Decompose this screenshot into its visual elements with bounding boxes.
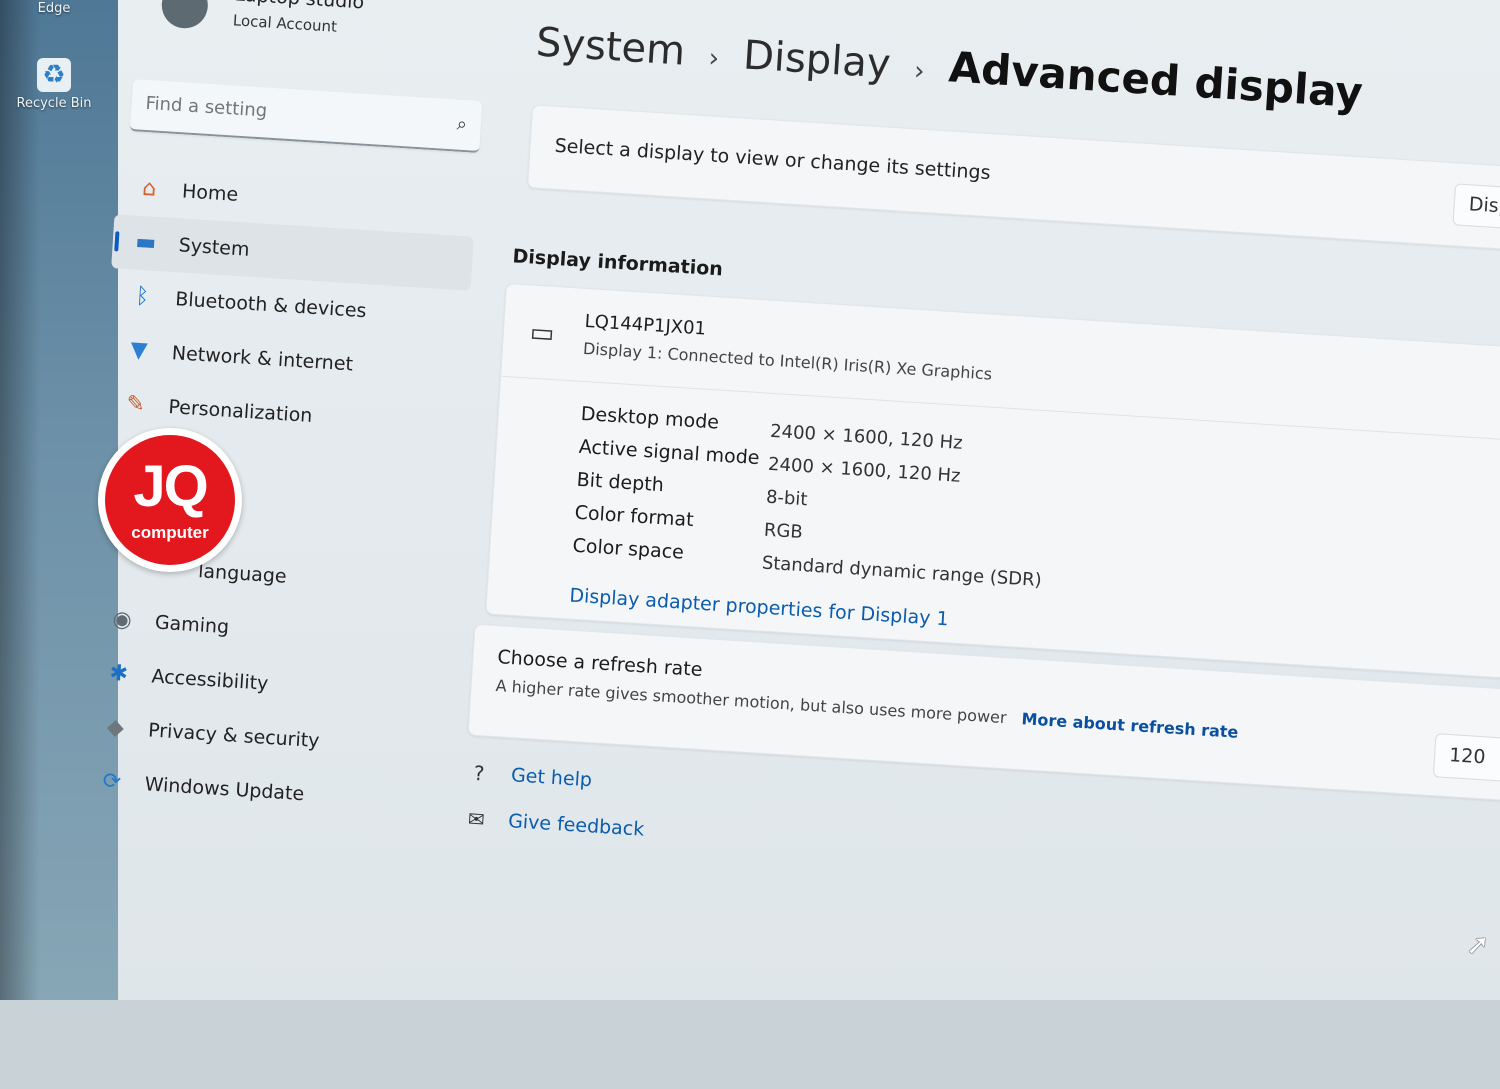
spec-value: 2400 × 1600, 120 Hz (769, 420, 964, 454)
spec-value: RGB (763, 519, 804, 544)
update-icon: ⟳ (101, 768, 122, 795)
mouse-pointer-icon: ➚ (1466, 928, 1490, 961)
desktop-icon-label: Microsoft Edge (24, 0, 83, 16)
spec-value: Standard dynamic range (SDR) (761, 552, 1043, 592)
give-feedback-label: Give feedback (507, 810, 645, 841)
desktop-icon-edge[interactable]: Microsoft Edge (14, 0, 94, 16)
more-about-refresh-rate-link[interactable]: More about refresh rate (1021, 709, 1239, 742)
spec-row-active-signal-mode: Active signal mode 2400 × 1600, 120 Hz (577, 436, 961, 487)
sidebar-item-label: Bluetooth & devices (174, 288, 368, 323)
display-spec-list: Desktop mode 2400 × 1600, 120 Hz Active … (571, 403, 1042, 591)
refresh-rate-subtitle: A higher rate gives smoother motion, but… (495, 676, 1008, 728)
page-title: Advanced display (947, 42, 1365, 118)
select-display-card: Select a display to view or change its s… (526, 104, 1500, 251)
shield-icon: ◆ (106, 714, 125, 741)
spec-label: Color format (574, 501, 695, 532)
sidebar-item-label: Network & internet (171, 342, 354, 376)
breadcrumb-system[interactable]: System (535, 19, 687, 74)
sidebar-item-label: Personalization (167, 395, 314, 428)
bluetooth-icon: ᛒ (135, 283, 150, 310)
wifi-icon: ▼ (129, 337, 149, 364)
recycle-bin-icon: ♻ (37, 58, 71, 92)
refresh-rate-dropdown[interactable]: 120 (1432, 733, 1500, 783)
get-help-label: Get help (510, 764, 593, 792)
sidebar-item-label: System (178, 234, 251, 261)
jq-computer-logo: JQ computer (98, 428, 242, 572)
desktop-icon-recycle-bin[interactable]: ♻ Recycle Bin (14, 58, 94, 111)
refresh-rate-description: A higher rate gives smoother motion, but… (495, 676, 1239, 742)
help-links: ? Get help ✉ Give feedback (461, 749, 649, 852)
system-icon: ▬ (134, 229, 157, 256)
sidebar-item-label: Home (181, 180, 239, 206)
sidebar-item-label: language (197, 560, 288, 588)
chevron-right-icon: › (707, 43, 721, 74)
refresh-rate-title: Choose a refresh rate (496, 646, 704, 681)
spec-label: Color space (571, 534, 685, 564)
chevron-right-icon: › (913, 56, 926, 87)
laptop-icon: ▭ (528, 317, 556, 350)
spec-label: Desktop mode (580, 402, 720, 434)
spec-row-color-format: Color format RGB (573, 502, 803, 543)
accessibility-icon: ✱ (108, 660, 129, 687)
home-icon: ⌂ (141, 175, 157, 202)
sidebar-item-label: Windows Update (144, 773, 305, 806)
account-name: Laptop studio (234, 0, 365, 13)
desktop-icon-label: Recycle Bin (16, 96, 92, 111)
breadcrumb: System › Display › Advanced display (535, 16, 1364, 117)
section-title-display-information: Display information (511, 245, 724, 281)
settings-content: Laptop studio Local Account ⌕ ⌂ Home ▬ S… (55, 0, 1500, 1085)
avatar (160, 0, 210, 30)
logo-text-jq: JQ (133, 454, 208, 519)
feedback-icon: ✉ (467, 806, 486, 832)
display-adapter-properties-link[interactable]: Display adapter properties for Display 1 (569, 585, 949, 631)
logo-badge: JQ computer (105, 435, 235, 565)
sidebar-item-label: Gaming (154, 611, 230, 639)
spec-label: Active signal mode (578, 435, 761, 470)
sidebar-item-label: Privacy & security (147, 719, 321, 753)
logo-text-computer: computer (131, 523, 209, 542)
monitor-connection: Display 1: Connected to Intel(R) Iris(R)… (582, 338, 993, 384)
gamepad-icon: ◉ (111, 606, 133, 634)
settings-window: Laptop studio Local Account ⌕ ⌂ Home ▬ S… (102, 0, 1500, 1000)
display-select-dropdown[interactable]: Disp (1452, 183, 1500, 231)
sidebar-item-label: Accessibility (150, 665, 269, 695)
spec-value: 8-bit (765, 486, 809, 511)
active-indicator (114, 231, 120, 252)
search-box[interactable]: ⌕ (129, 79, 483, 153)
display-info-card: ▭ LQ144P1JX01 Display 1: Connected to In… (485, 282, 1500, 679)
breadcrumb-display[interactable]: Display (742, 32, 892, 87)
search-icon[interactable]: ⌕ (456, 114, 467, 136)
monitor-name: LQ144P1JX01 (584, 310, 707, 340)
spec-row-desktop-mode: Desktop mode 2400 × 1600, 120 Hz (580, 403, 963, 454)
account-type: Local Account (232, 11, 338, 36)
spec-row-bit-depth: Bit depth 8-bit (575, 469, 808, 510)
brush-icon: ✎ (125, 391, 146, 418)
spec-row-color-space: Color space Standard dynamic range (SDR) (571, 535, 1042, 591)
search-input[interactable] (142, 91, 438, 134)
help-icon: ? (473, 760, 486, 786)
spec-label: Bit depth (576, 468, 665, 497)
select-display-label: Select a display to view or change its s… (554, 134, 992, 185)
spec-value: 2400 × 1600, 120 Hz (767, 453, 962, 487)
